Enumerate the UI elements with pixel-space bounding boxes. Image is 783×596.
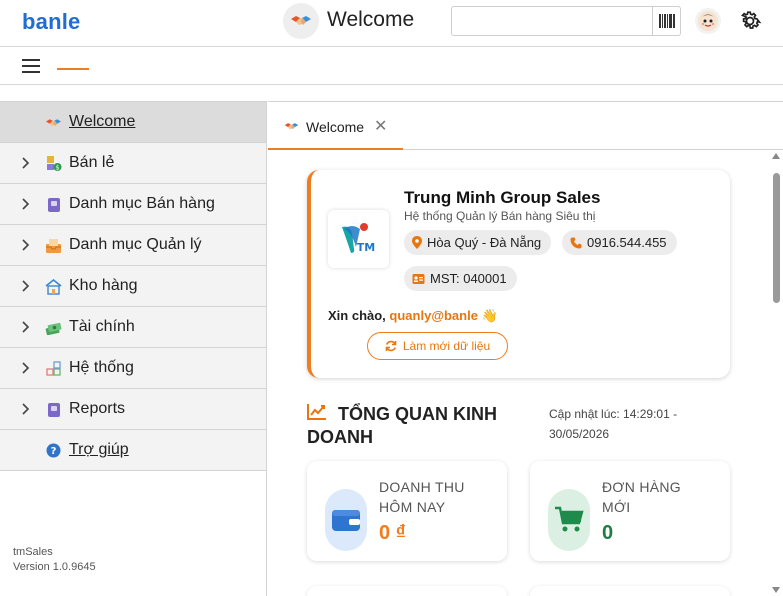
revenue-today-card: DOANH THU HÔM NAY 0 ₫: [307, 461, 507, 561]
company-logo: TM: [328, 210, 389, 268]
svg-text:$: $: [56, 165, 60, 172]
sidebar-item-finance[interactable]: Tài chính: [0, 307, 266, 348]
sidebar-nav: Welcome $ Bán lẻ Danh mục Bán hàng Danh …: [0, 101, 267, 596]
top-header: banle Welcome: [0, 0, 783, 47]
location-text: Hòa Quý - Đà Nẵng: [427, 235, 542, 250]
vertical-scrollbar[interactable]: [769, 151, 783, 596]
sidebar-item-reports[interactable]: Reports: [0, 389, 266, 430]
stat-label: ĐƠN HÀNG MỚI: [602, 479, 681, 515]
wave-hand-icon: 👋: [481, 308, 498, 323]
new-orders-card: ĐƠN HÀNG MỚI 0: [530, 461, 730, 561]
sidebar-item-retail[interactable]: $ Bán lẻ: [0, 143, 266, 184]
sidebar-item-label: Danh mục Quản lý: [69, 236, 202, 253]
chevron-right-icon: [22, 321, 30, 333]
greeting-prefix: Xin chào,: [328, 308, 386, 323]
stat-card-partial: [307, 586, 507, 596]
company-subtitle: Hệ thống Quản lý Bán hàng Siêu thị: [404, 209, 596, 223]
phone-icon: [570, 237, 582, 248]
scroll-thumb[interactable]: [773, 173, 780, 303]
version-text: Version 1.0.9645: [13, 561, 96, 573]
sidebar-item-sales-catalog[interactable]: Danh mục Bán hàng: [0, 184, 266, 225]
page-title: Welcome: [327, 8, 415, 31]
brand-logo[interactable]: banle: [22, 9, 80, 35]
sidebar-item-label: Tài chính: [69, 318, 135, 335]
map-pin-icon: [412, 236, 422, 249]
refresh-icon: [385, 340, 397, 352]
close-icon[interactable]: ✕: [374, 116, 387, 136]
tax-id-text: MST: 040001: [430, 271, 507, 286]
inbox-icon: [45, 237, 62, 254]
stat-card-partial: [530, 586, 730, 596]
blocks-icon: [45, 360, 62, 377]
scroll-down-arrow[interactable]: [772, 587, 780, 593]
sidebar-item-management-catalog[interactable]: Danh mục Quản lý: [0, 225, 266, 266]
overview-title: TỔNG QUAN KINH DOANH: [307, 404, 497, 447]
sidebar-item-label: Trợ giúp: [69, 441, 129, 458]
main-content: TM Trung Minh Group Sales Hệ thống Quản …: [268, 151, 783, 596]
money-icon: [45, 319, 62, 336]
company-name: Trung Minh Group Sales: [404, 188, 601, 207]
sidebar-item-welcome[interactable]: Welcome: [0, 102, 266, 143]
barcode-icon: [658, 14, 675, 28]
stat-value: 0 ₫: [379, 522, 406, 544]
book-icon: [45, 196, 62, 213]
app-name: tmSales: [13, 546, 53, 558]
app-version-info: tmSales Version 1.0.9645: [13, 545, 96, 575]
wallet-icon: [325, 489, 367, 551]
stat-value: 0: [602, 522, 614, 544]
last-updated-text: Cập nhật lúc: 14:29:01 - 30/05/2026: [549, 407, 678, 441]
tab-label: Welcome: [306, 119, 365, 135]
tab-bar: Welcome ✕: [268, 101, 783, 150]
sidebar-item-label: Reports: [69, 400, 126, 417]
chevron-right-icon: [22, 239, 30, 251]
greeting-text: Xin chào, quanly@banle 👋: [328, 308, 498, 324]
sidebar-item-label: Hệ thống: [69, 359, 134, 376]
sidebar-item-label: Danh mục Bán hàng: [69, 195, 215, 212]
phone-text: 0916.544.455: [587, 235, 667, 250]
sidebar-item-help[interactable]: ? Trợ giúp: [0, 430, 266, 471]
warehouse-icon: [45, 278, 62, 295]
chevron-right-icon: [22, 403, 30, 415]
svg-text:TM: TM: [356, 241, 374, 254]
active-indicator: [57, 68, 89, 70]
chevron-right-icon: [22, 198, 30, 210]
handshake-icon: [283, 3, 319, 39]
sidebar-item-label: Kho hàng: [69, 277, 138, 294]
retail-icon: $: [45, 155, 62, 172]
username: quanly@banle: [389, 308, 478, 323]
handshake-icon: [284, 119, 299, 137]
sub-toolbar: [0, 47, 783, 85]
chevron-right-icon: [22, 362, 30, 374]
hamburger-menu-icon[interactable]: [22, 59, 40, 73]
help-icon: ?: [45, 442, 62, 459]
cart-icon: [548, 489, 590, 551]
tab-welcome[interactable]: Welcome ✕: [268, 102, 403, 150]
report-icon: [45, 401, 62, 418]
sidebar-item-label: Welcome: [69, 113, 136, 130]
phone-badge: 0916.544.455: [562, 230, 677, 255]
chevron-right-icon: [22, 157, 30, 169]
sidebar-item-warehouse[interactable]: Kho hàng: [0, 266, 266, 307]
user-avatar[interactable]: [695, 8, 721, 34]
tax-id-badge: MST: 040001: [404, 266, 517, 291]
sidebar-item-label: Bán lẻ: [69, 154, 115, 171]
handshake-icon: [45, 114, 62, 131]
barcode-scan-button[interactable]: [652, 6, 681, 36]
location-badge: Hòa Quý - Đà Nẵng: [404, 230, 552, 255]
refresh-label: Làm mới dữ liệu: [402, 339, 491, 353]
stat-label: DOANH THU HÔM NAY: [379, 479, 465, 515]
scroll-up-arrow[interactable]: [772, 153, 780, 159]
id-card-icon: [412, 273, 425, 284]
refresh-data-button[interactable]: Làm mới dữ liệu: [367, 332, 508, 360]
search-input[interactable]: [451, 6, 653, 36]
svg-text:?: ?: [51, 446, 57, 457]
chevron-right-icon: [22, 280, 30, 292]
sidebar-item-system[interactable]: Hệ thống: [0, 348, 266, 389]
gear-icon[interactable]: [738, 9, 762, 33]
company-card: TM Trung Minh Group Sales Hệ thống Quản …: [307, 170, 730, 378]
